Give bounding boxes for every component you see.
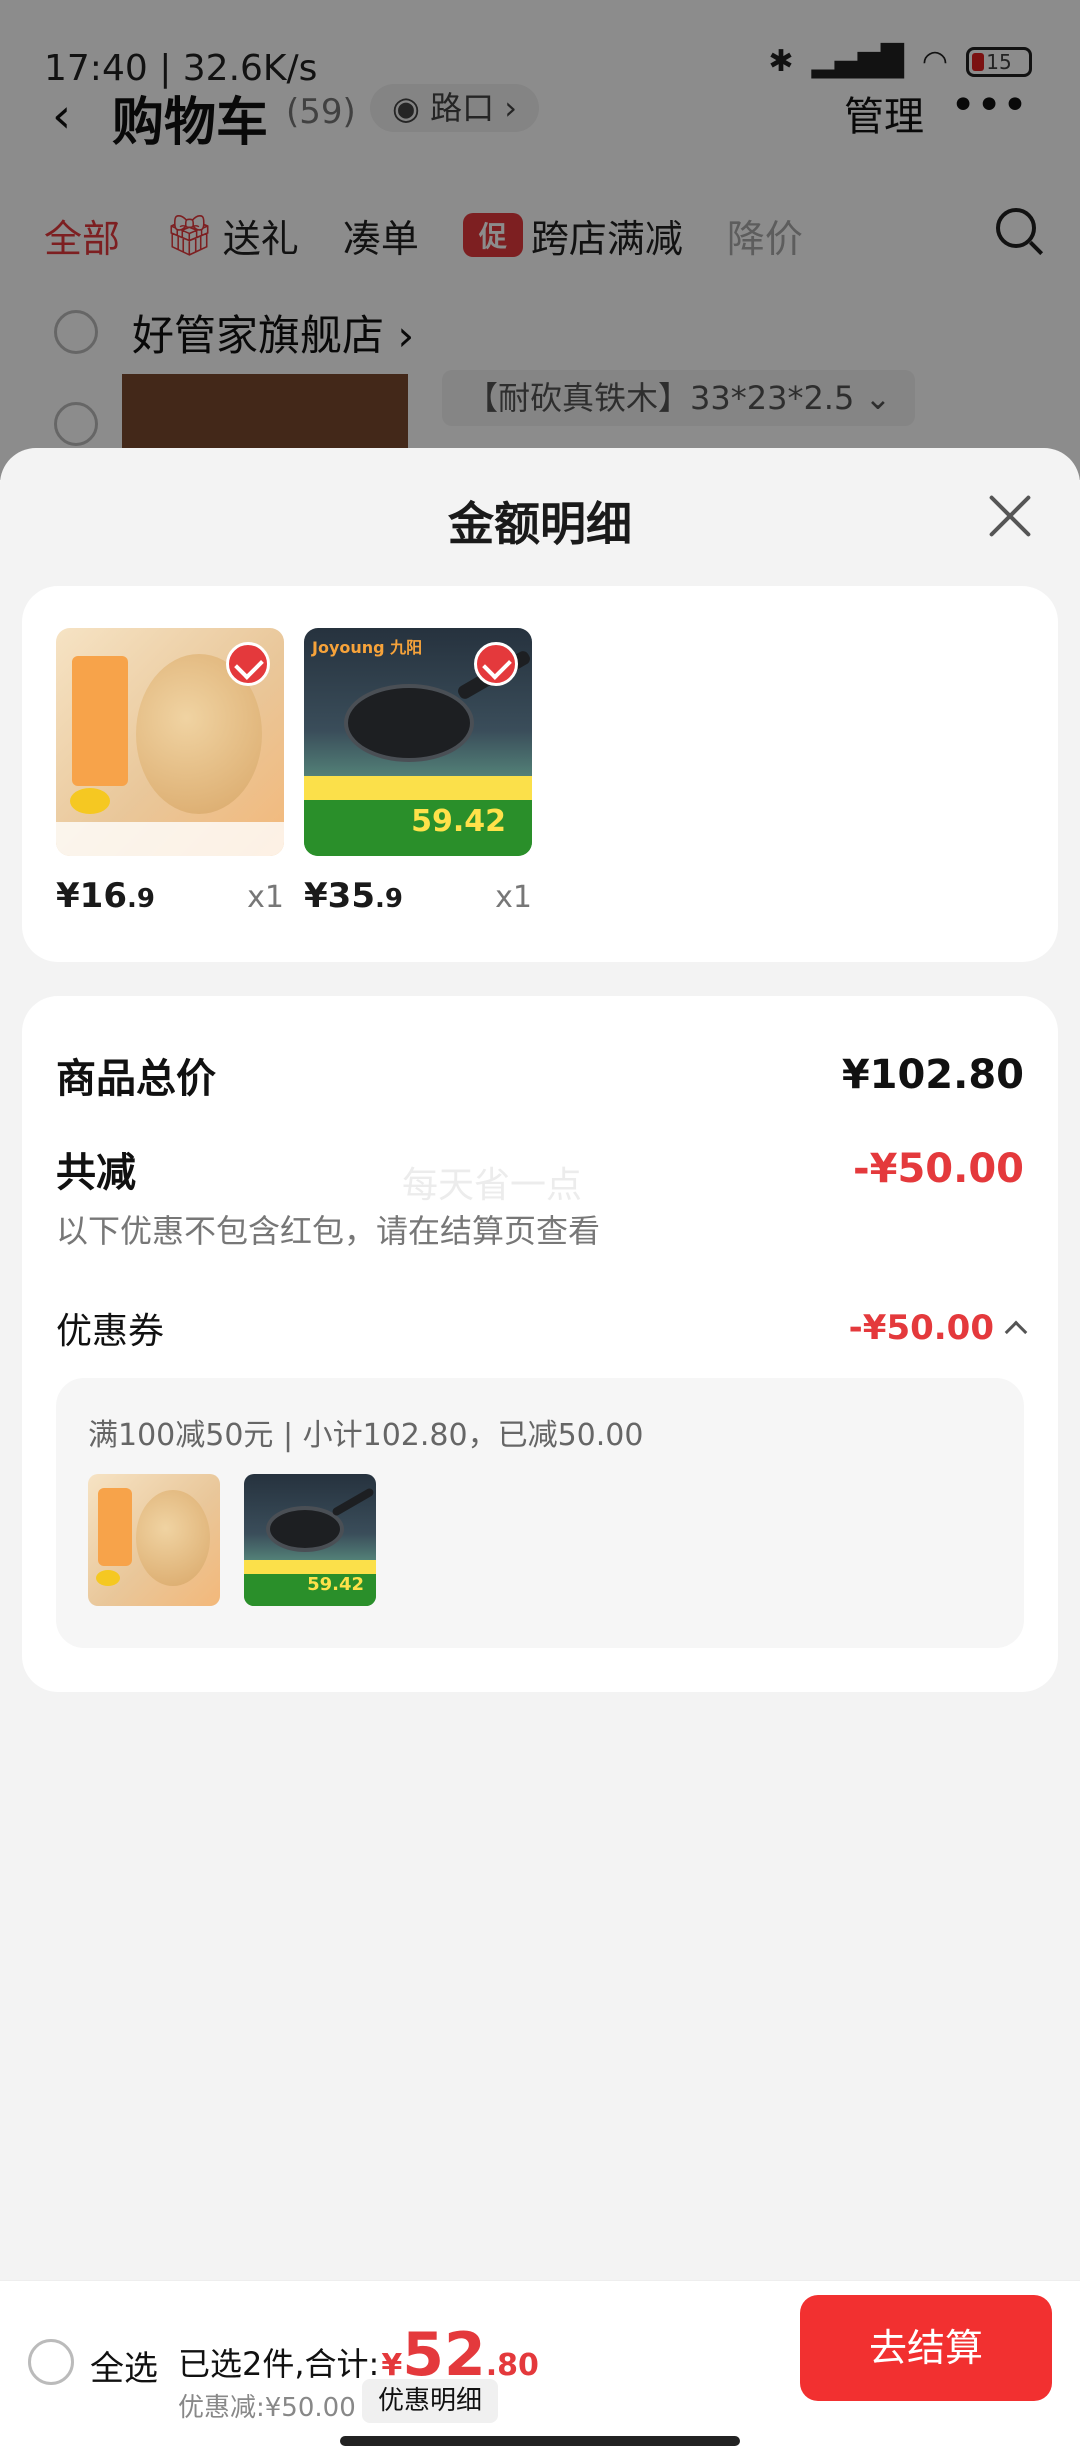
- total-amount: 52: [402, 2320, 486, 2390]
- product-qty: x1: [247, 880, 284, 915]
- checkout-bar: 全选 已选2件,合计: ¥ 52 .80 优惠减:¥50.00 优惠明细 去结算: [0, 2280, 1080, 2460]
- select-all-checkbox[interactable]: [28, 2339, 74, 2385]
- discount-row: 共减 -¥50.00: [56, 1140, 1024, 1198]
- coupon-row[interactable]: 优惠券 -¥50.00: [56, 1302, 1028, 1354]
- coupon-detail-text: 满100减50元 | 小计102.80，已减50.00: [88, 1418, 644, 1453]
- home-indicator[interactable]: [340, 2436, 740, 2446]
- products-card: ¥16.9 x1 Joyoung 九阳 59.42 ¥35.9 x1: [22, 586, 1058, 962]
- total-label: 商品总价: [56, 1056, 216, 1102]
- summary-card: 商品总价 ¥102.80 每天省一点 共减 -¥50.00 以下优惠不包含红包，…: [22, 996, 1058, 1692]
- chevron-up-icon[interactable]: [1004, 1320, 1028, 1344]
- cutting-board-image: [56, 628, 284, 856]
- overlay-dim[interactable]: [0, 0, 1080, 480]
- product-item[interactable]: Joyoung 九阳 59.42 ¥35.9 x1: [304, 628, 532, 916]
- selected-summary: 已选2件,合计: ¥ 52 .80: [178, 2320, 539, 2390]
- discount-label: 共减: [56, 1150, 136, 1196]
- discount-note: 以下优惠不包含红包，请在结算页查看: [56, 1212, 601, 1250]
- discount-summary: 优惠减:¥50.00: [178, 2393, 356, 2423]
- check-icon[interactable]: [474, 642, 518, 686]
- product-item[interactable]: ¥16.9 x1: [56, 628, 284, 916]
- frying-pan-image: Joyoung 九阳 59.42: [304, 628, 532, 856]
- product-price: ¥35.9: [304, 876, 403, 916]
- close-icon[interactable]: [986, 492, 1034, 540]
- sheet-title: 金额明细: [448, 497, 632, 551]
- check-icon[interactable]: [226, 642, 270, 686]
- discount-value: -¥50.00: [853, 1146, 1024, 1192]
- coupon-label: 优惠券: [56, 1311, 165, 1352]
- total-value: ¥102.80: [841, 1052, 1024, 1098]
- select-all-label[interactable]: 全选: [90, 2341, 158, 2390]
- coupon-value[interactable]: -¥50.00: [849, 1308, 1028, 1348]
- checkout-button[interactable]: 去结算: [800, 2295, 1052, 2401]
- discount-detail-button[interactable]: 优惠明细: [362, 2379, 499, 2423]
- product-price: ¥16.9: [56, 876, 155, 916]
- product-qty: x1: [495, 880, 532, 915]
- total-row: 商品总价 ¥102.80: [56, 1046, 1024, 1104]
- price-detail-sheet: 金额明细 ¥16.9 x1 Joyoung 九阳 59.42 ¥35.9 x1 …: [0, 448, 1080, 2460]
- coupon-product-thumbnail: [88, 1474, 220, 1606]
- coupon-detail-box: 满100减50元 | 小计102.80，已减50.00 59.42: [56, 1378, 1024, 1648]
- coupon-product-thumbnail: 59.42: [244, 1474, 376, 1606]
